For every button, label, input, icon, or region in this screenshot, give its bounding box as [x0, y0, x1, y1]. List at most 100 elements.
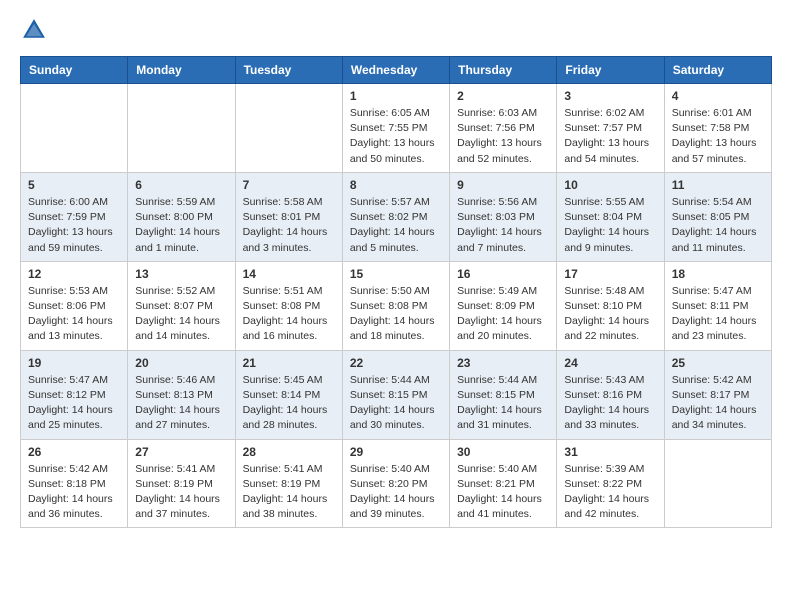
calendar-cell: 18Sunrise: 5:47 AMSunset: 8:11 PMDayligh… [664, 261, 771, 350]
calendar-cell: 19 Sunrise: 5:47 AMSunset: 8:12 PMDayligh… [21, 350, 128, 439]
calendar-week-row: 26 Sunrise: 5:42 AMSunset: 8:18 PMDayligh… [21, 439, 772, 528]
calendar-cell [128, 84, 235, 173]
day-info: Sunrise: 6:03 AMSunset: 7:56 PMDaylight:… [457, 106, 549, 167]
day-info: Sunrise: 5:46 AMSunset: 8:13 PMDaylight:… [135, 373, 227, 434]
day-number: 12 [28, 267, 120, 281]
day-info: Sunrise: 5:40 AMSunset: 8:21 PMDaylight:… [457, 462, 549, 523]
day-info: Sunrise: 6:01 AMSunset: 7:58 PMDaylight:… [672, 106, 764, 167]
calendar-cell: 14 Sunrise: 5:51 AMSunset: 8:08 PMDayligh… [235, 261, 342, 350]
day-number: 29 [350, 445, 442, 459]
calendar-cell: 8 Sunrise: 5:57 AMSunset: 8:02 PMDaylight… [342, 172, 449, 261]
day-number: 7 [243, 178, 335, 192]
calendar-cell: 9 Sunrise: 5:56 AMSunset: 8:03 PMDaylight… [450, 172, 557, 261]
calendar-cell: 16 Sunrise: 5:49 AMSunset: 8:09 PMDayligh… [450, 261, 557, 350]
calendar-cell: 31Sunrise: 5:39 AMSunset: 8:22 PMDayligh… [557, 439, 664, 528]
day-number: 16 [457, 267, 549, 281]
logo [20, 16, 52, 44]
day-number: 15 [350, 267, 442, 281]
day-number: 19 [28, 356, 120, 370]
calendar-cell: 23Sunrise: 5:44 AMSunset: 8:15 PMDayligh… [450, 350, 557, 439]
day-number: 14 [243, 267, 335, 281]
day-number: 13 [135, 267, 227, 281]
day-info: Sunrise: 5:52 AMSunset: 8:07 PMDaylight:… [135, 284, 227, 345]
day-info: Sunrise: 5:58 AMSunset: 8:01 PMDaylight:… [243, 195, 335, 256]
calendar-cell [235, 84, 342, 173]
day-header-sunday: Sunday [21, 57, 128, 84]
calendar-cell: 27 Sunrise: 5:41 AMSunset: 8:19 PMDayligh… [128, 439, 235, 528]
day-info: Sunrise: 5:50 AMSunset: 8:08 PMDaylight:… [350, 284, 442, 345]
calendar-cell: 3Sunrise: 6:02 AMSunset: 7:57 PMDaylight… [557, 84, 664, 173]
logo-icon [20, 16, 48, 44]
day-number: 28 [243, 445, 335, 459]
page: SundayMondayTuesdayWednesdayThursdayFrid… [0, 0, 792, 544]
day-number: 3 [564, 89, 656, 103]
day-number: 11 [672, 178, 764, 192]
calendar-cell [21, 84, 128, 173]
day-info: Sunrise: 5:41 AMSunset: 8:19 PMDaylight:… [135, 462, 227, 523]
day-number: 2 [457, 89, 549, 103]
day-info: Sunrise: 5:53 AMSunset: 8:06 PMDaylight:… [28, 284, 120, 345]
calendar-week-row: 19 Sunrise: 5:47 AMSunset: 8:12 PMDayligh… [21, 350, 772, 439]
day-info: Sunrise: 5:55 AMSunset: 8:04 PMDaylight:… [564, 195, 656, 256]
calendar-cell: 20 Sunrise: 5:46 AMSunset: 8:13 PMDayligh… [128, 350, 235, 439]
day-number: 10 [564, 178, 656, 192]
calendar-cell: 4Sunrise: 6:01 AMSunset: 7:58 PMDaylight… [664, 84, 771, 173]
day-info: Sunrise: 5:47 AMSunset: 8:12 PMDaylight:… [28, 373, 120, 434]
calendar-week-row: 1 Sunrise: 6:05 AMSunset: 7:55 PMDaylight… [21, 84, 772, 173]
day-info: Sunrise: 5:48 AMSunset: 8:10 PMDaylight:… [564, 284, 656, 345]
day-number: 25 [672, 356, 764, 370]
header [20, 16, 772, 44]
day-number: 22 [350, 356, 442, 370]
calendar-header-row: SundayMondayTuesdayWednesdayThursdayFrid… [21, 57, 772, 84]
day-number: 18 [672, 267, 764, 281]
day-header-saturday: Saturday [664, 57, 771, 84]
calendar-cell [664, 439, 771, 528]
calendar-week-row: 5Sunrise: 6:00 AMSunset: 7:59 PMDaylight… [21, 172, 772, 261]
day-header-thursday: Thursday [450, 57, 557, 84]
calendar-cell: 29 Sunrise: 5:40 AMSunset: 8:20 PMDayligh… [342, 439, 449, 528]
calendar-week-row: 12 Sunrise: 5:53 AMSunset: 8:06 PMDayligh… [21, 261, 772, 350]
day-number: 8 [350, 178, 442, 192]
day-info: Sunrise: 5:41 AMSunset: 8:19 PMDaylight:… [243, 462, 335, 523]
day-number: 21 [243, 356, 335, 370]
day-number: 6 [135, 178, 227, 192]
day-info: Sunrise: 5:44 AMSunset: 8:15 PMDaylight:… [350, 373, 442, 434]
day-info: Sunrise: 5:42 AMSunset: 8:18 PMDaylight:… [28, 462, 120, 523]
calendar-cell: 24Sunrise: 5:43 AMSunset: 8:16 PMDayligh… [557, 350, 664, 439]
day-info: Sunrise: 5:40 AMSunset: 8:20 PMDaylight:… [350, 462, 442, 523]
day-info: Sunrise: 5:54 AMSunset: 8:05 PMDaylight:… [672, 195, 764, 256]
day-number: 20 [135, 356, 227, 370]
day-info: Sunrise: 5:51 AMSunset: 8:08 PMDaylight:… [243, 284, 335, 345]
day-header-friday: Friday [557, 57, 664, 84]
calendar-cell: 28 Sunrise: 5:41 AMSunset: 8:19 PMDayligh… [235, 439, 342, 528]
day-number: 9 [457, 178, 549, 192]
day-number: 27 [135, 445, 227, 459]
calendar-cell: 30 Sunrise: 5:40 AMSunset: 8:21 PMDayligh… [450, 439, 557, 528]
day-info: Sunrise: 5:45 AMSunset: 8:14 PMDaylight:… [243, 373, 335, 434]
calendar-cell: 21 Sunrise: 5:45 AMSunset: 8:14 PMDayligh… [235, 350, 342, 439]
day-number: 26 [28, 445, 120, 459]
day-info: Sunrise: 5:42 AMSunset: 8:17 PMDaylight:… [672, 373, 764, 434]
day-header-wednesday: Wednesday [342, 57, 449, 84]
day-info: Sunrise: 5:49 AMSunset: 8:09 PMDaylight:… [457, 284, 549, 345]
day-number: 24 [564, 356, 656, 370]
calendar-cell: 17Sunrise: 5:48 AMSunset: 8:10 PMDayligh… [557, 261, 664, 350]
calendar-cell: 5Sunrise: 6:00 AMSunset: 7:59 PMDaylight… [21, 172, 128, 261]
day-info: Sunrise: 5:57 AMSunset: 8:02 PMDaylight:… [350, 195, 442, 256]
calendar-cell: 7 Sunrise: 5:58 AMSunset: 8:01 PMDaylight… [235, 172, 342, 261]
day-info: Sunrise: 5:44 AMSunset: 8:15 PMDaylight:… [457, 373, 549, 434]
day-number: 31 [564, 445, 656, 459]
day-info: Sunrise: 5:56 AMSunset: 8:03 PMDaylight:… [457, 195, 549, 256]
calendar-cell: 2 Sunrise: 6:03 AMSunset: 7:56 PMDaylight… [450, 84, 557, 173]
day-number: 1 [350, 89, 442, 103]
day-number: 5 [28, 178, 120, 192]
calendar-cell: 11 Sunrise: 5:54 AMSunset: 8:05 PMDayligh… [664, 172, 771, 261]
calendar-cell: 26 Sunrise: 5:42 AMSunset: 8:18 PMDayligh… [21, 439, 128, 528]
calendar-cell: 22 Sunrise: 5:44 AMSunset: 8:15 PMDayligh… [342, 350, 449, 439]
calendar-cell: 13 Sunrise: 5:52 AMSunset: 8:07 PMDayligh… [128, 261, 235, 350]
calendar-table: SundayMondayTuesdayWednesdayThursdayFrid… [20, 56, 772, 528]
day-info: Sunrise: 6:05 AMSunset: 7:55 PMDaylight:… [350, 106, 442, 167]
day-number: 30 [457, 445, 549, 459]
day-header-tuesday: Tuesday [235, 57, 342, 84]
calendar-cell: 12 Sunrise: 5:53 AMSunset: 8:06 PMDayligh… [21, 261, 128, 350]
